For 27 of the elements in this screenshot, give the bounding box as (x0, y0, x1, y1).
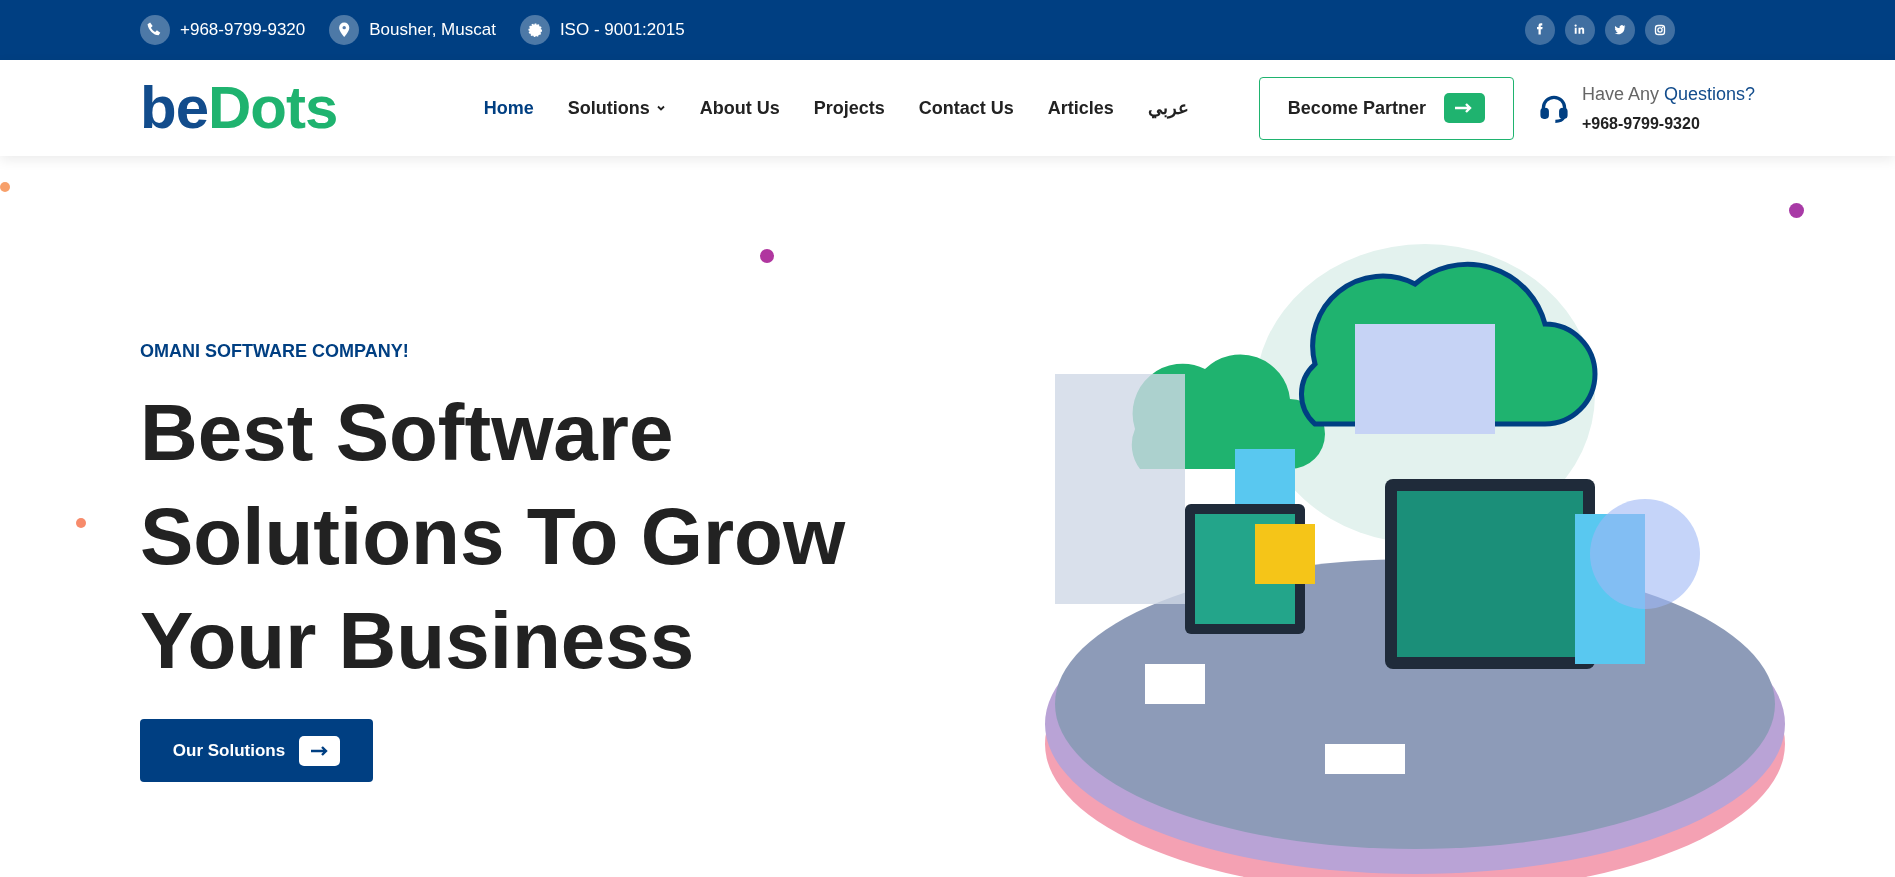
nav-link[interactable]: Solutions (567, 94, 666, 122)
logo[interactable]: beDots (140, 78, 390, 138)
nav-link[interactable]: About Us (699, 94, 780, 122)
badge-icon (519, 15, 550, 45)
our-solutions-button[interactable]: Our Solutions (140, 719, 373, 782)
nav-link[interactable]: Contact Us (918, 94, 1014, 122)
location-pin-icon (329, 15, 360, 45)
contact-text: Bousher, Muscat (369, 19, 496, 42)
nav-link[interactable]: Articles (1047, 94, 1114, 122)
twitter-icon[interactable] (1605, 15, 1635, 45)
hero-headline: Best Software Solutions To Grow Your Business (140, 387, 846, 687)
arrow-right-icon (1443, 93, 1485, 123)
instagram-icon[interactable] (1645, 15, 1675, 45)
hero-eyebrow: OMANI SOFTWARE COMPANY! (140, 340, 410, 363)
contact-text: ISO - 9001:2015 (559, 19, 685, 42)
help-phone[interactable]: +968-9799-9320 (1581, 111, 1755, 136)
phone-icon (140, 15, 170, 45)
facebook-icon[interactable] (1525, 15, 1555, 45)
contact-text: +968-9799-9320 (180, 19, 306, 42)
nav-link[interactable]: عربي (1147, 94, 1189, 122)
nav-link[interactable]: Home (483, 94, 534, 122)
help-text: Have Any Questions? (1581, 82, 1755, 106)
arrow-right-icon (299, 735, 341, 766)
become-partner-button[interactable]: Become Partner (1258, 76, 1514, 140)
linkedin-icon[interactable] (1565, 15, 1595, 45)
chevron-down-icon (655, 103, 666, 113)
nav-link[interactable]: Projects (813, 94, 885, 122)
